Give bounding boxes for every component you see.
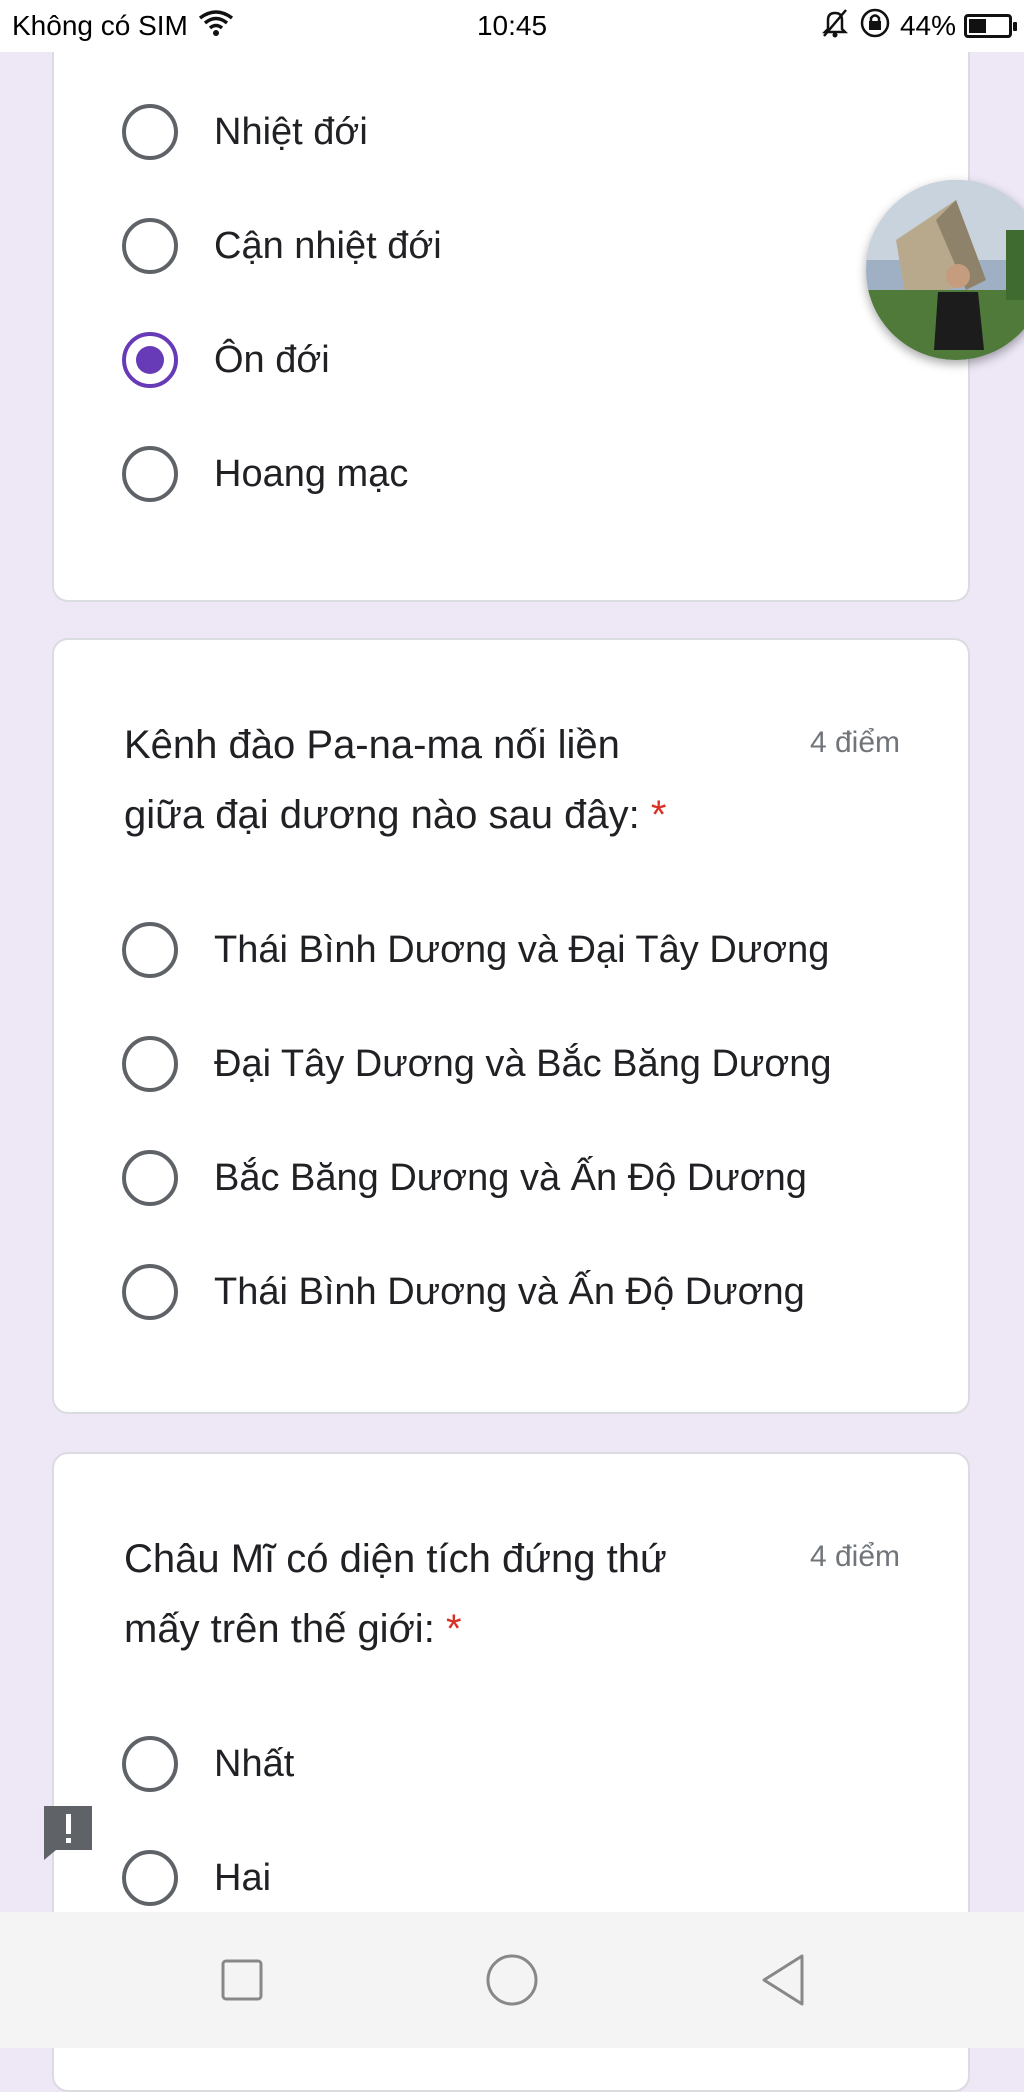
- navigation-bar: [0, 1912, 1024, 2048]
- option-label: Nhất: [214, 1742, 295, 1785]
- battery-icon: [964, 14, 1017, 38]
- radio-button[interactable]: [122, 1850, 178, 1906]
- radio-button[interactable]: [122, 104, 178, 160]
- radio-button[interactable]: [122, 1036, 178, 1092]
- option-label: Thái Bình Dương và Đại Tây Dương: [214, 928, 830, 971]
- option-thai-binh-dai-tay[interactable]: Thái Bình Dương và Đại Tây Dương: [122, 910, 829, 990]
- mute-bell-icon: [820, 7, 850, 46]
- question-card-climate: Nhiệt đới Cận nhiệt đới Ôn đới Hoang mạc: [52, 30, 970, 602]
- wifi-icon: [196, 8, 236, 45]
- option-can-nhiet-doi[interactable]: Cận nhiệt đới: [122, 206, 442, 286]
- radio-button[interactable]: [122, 1264, 178, 1320]
- points-label: 4 điểm: [809, 726, 900, 759]
- question-line-2-text: mấy trên thế giới:: [124, 1607, 435, 1651]
- option-label: Bắc Băng Dương và Ấn Độ Dương: [214, 1156, 807, 1199]
- points-label: 4 điểm: [809, 1540, 900, 1573]
- question-line-2: giữa đại dương nào sau đây: *: [124, 780, 764, 850]
- clock: 10:45: [476, 10, 548, 41]
- rotation-lock-icon: [858, 6, 892, 47]
- option-thai-binh-an-do[interactable]: Thái Bình Dương và Ấn Độ Dương: [122, 1252, 805, 1332]
- required-marker: *: [445, 1607, 462, 1651]
- option-label: Nhiệt đới: [214, 110, 368, 153]
- question-line-2: mấy trên thế giới: *: [124, 1594, 764, 1664]
- option-label: Hai: [214, 1856, 272, 1899]
- option-label: Hoang mạc: [214, 452, 409, 495]
- question-line-1: Kênh đào Pa-na-ma nối liền: [124, 723, 620, 767]
- status-bar: Không có SIM 10:45 44%: [0, 0, 1024, 52]
- radio-button[interactable]: [122, 218, 178, 274]
- battery-percent: 44%: [899, 10, 956, 41]
- back-triangle-icon[interactable]: [752, 1948, 816, 2012]
- required-marker: *: [650, 793, 667, 837]
- option-label: Cận nhiệt đới: [214, 224, 442, 267]
- option-bac-bang-an-do[interactable]: Bắc Băng Dương và Ấn Độ Dương: [122, 1138, 807, 1218]
- question-card-panama: Kênh đào Pa-na-ma nối liền giữa đại dươn…: [52, 638, 970, 1414]
- option-nhat[interactable]: Nhất: [122, 1724, 294, 1804]
- question-title: Kênh đào Pa-na-ma nối liền giữa đại dươn…: [124, 710, 764, 850]
- radio-button[interactable]: [122, 446, 178, 502]
- radio-button[interactable]: [122, 332, 178, 388]
- option-on-doi[interactable]: Ôn đới: [122, 320, 330, 400]
- radio-button[interactable]: [122, 922, 178, 978]
- recents-square-icon[interactable]: [210, 1948, 274, 2012]
- option-label: Thái Bình Dương và Ấn Độ Dương: [214, 1270, 805, 1313]
- radio-button[interactable]: [122, 1736, 178, 1792]
- option-dai-tay-bac-bang[interactable]: Đại Tây Dương và Bắc Băng Dương: [122, 1024, 832, 1104]
- option-label: Ôn đới: [214, 338, 330, 381]
- option-hoang-mac[interactable]: Hoang mạc: [122, 434, 408, 514]
- status-left: Không có SIM: [12, 0, 236, 52]
- feedback-icon[interactable]: [40, 1804, 96, 1860]
- question-line-1: Châu Mĩ có diện tích đứng thứ: [124, 1537, 667, 1581]
- battery-level-fill: [969, 19, 986, 33]
- option-hai[interactable]: Hai: [122, 1838, 271, 1918]
- option-nhiet-doi[interactable]: Nhiệt đới: [122, 92, 368, 172]
- question-title: Châu Mĩ có diện tích đứng thứ mấy trên t…: [124, 1524, 764, 1664]
- radio-button[interactable]: [122, 1150, 178, 1206]
- home-circle-icon[interactable]: [480, 1948, 544, 2012]
- status-right: 44%: [820, 0, 1017, 52]
- carrier-label: Không có SIM: [12, 10, 188, 41]
- question-line-2-text: giữa đại dương nào sau đây:: [124, 793, 640, 837]
- option-label: Đại Tây Dương và Bắc Băng Dương: [214, 1042, 832, 1085]
